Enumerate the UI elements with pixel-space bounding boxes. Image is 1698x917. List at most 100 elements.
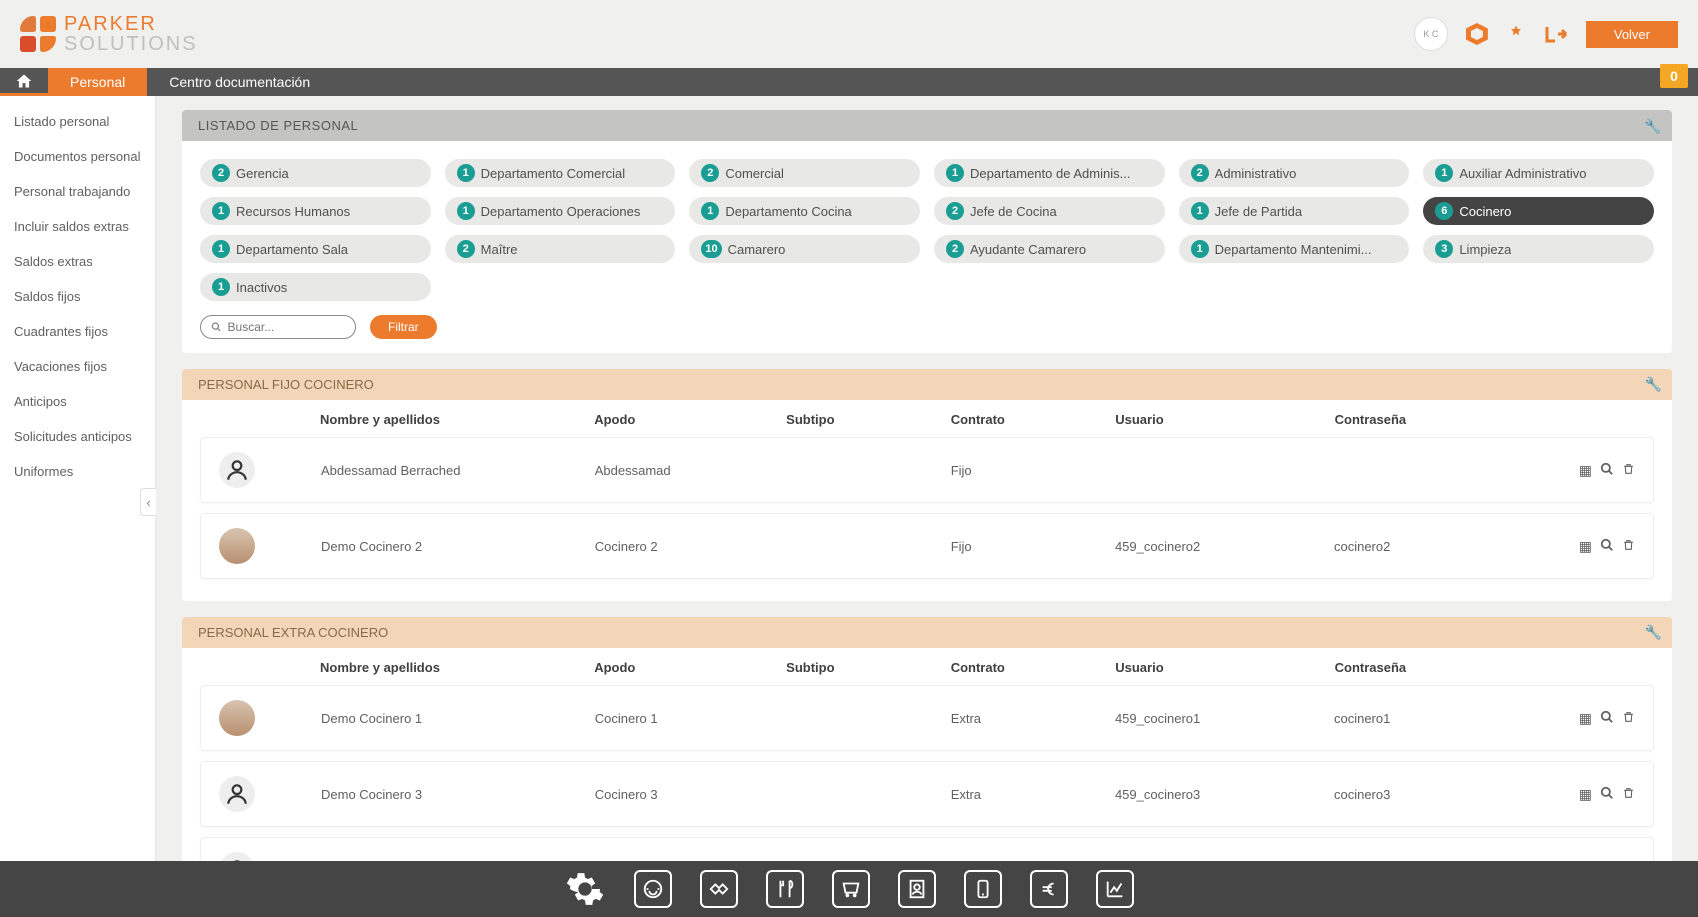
sidebar-item[interactable]: Solicitudes anticipos (0, 419, 155, 454)
wrench-icon[interactable]: 🔧 (1645, 376, 1662, 393)
sidebar-collapse-icon[interactable]: ‹ (140, 488, 156, 516)
count-badge: 2 (457, 240, 475, 258)
filter-pill[interactable]: 1Departamento de Adminis... (934, 159, 1165, 187)
sidebar-item[interactable]: Personal trabajando (0, 174, 155, 209)
grid-icon[interactable]: ▦ (1579, 710, 1592, 727)
filter-pill[interactable]: 10Camarero (689, 235, 920, 263)
user-avatar[interactable]: K C (1414, 17, 1448, 51)
nav-bar: Personal Centro documentación 0 (0, 68, 1698, 96)
avatar (219, 852, 255, 861)
handshake-icon[interactable] (700, 870, 738, 908)
logout-icon[interactable] (1544, 24, 1568, 44)
search-icon[interactable] (1600, 538, 1614, 555)
filter-pill[interactable]: 1Recursos Humanos (200, 197, 431, 225)
pill-label: Departamento Operaciones (481, 204, 641, 219)
cell-apodo: Cocinero 2 (595, 539, 787, 554)
filter-button[interactable]: Filtrar (370, 315, 437, 339)
cell-usuario: 459_cocinero3 (1115, 787, 1334, 802)
count-badge: 2 (946, 240, 964, 258)
filter-pill[interactable]: 2Gerencia (200, 159, 431, 187)
cell-contrato: Fijo (951, 463, 1115, 478)
euro-icon[interactable] (1030, 870, 1068, 908)
sidebar-item[interactable]: Uniformes (0, 454, 155, 489)
table-header: Nombre y apellidos Apodo Subtipo Contrat… (200, 400, 1654, 437)
table-row[interactable]: Demo Cocinero 1Cocinero 1Extra459_cocine… (200, 685, 1654, 751)
trash-icon[interactable] (1622, 462, 1635, 479)
search-icon[interactable] (1600, 710, 1614, 727)
row-actions: ▦ (1553, 462, 1653, 479)
trash-icon[interactable] (1622, 710, 1635, 727)
pill-label: Ayudante Camarero (970, 242, 1086, 257)
cart-icon[interactable] (832, 870, 870, 908)
filter-pill[interactable]: 1Departamento Cocina (689, 197, 920, 225)
restaurant-icon[interactable] (766, 870, 804, 908)
contacts-icon[interactable] (898, 870, 936, 908)
cell-nombre: Demo Cocinero 2 (321, 539, 595, 554)
home-tab[interactable] (0, 68, 48, 96)
count-badge: 1 (946, 164, 964, 182)
grid-icon[interactable]: ▦ (1579, 462, 1592, 479)
table-header: Nombre y apellidos Apodo Subtipo Contrat… (200, 648, 1654, 685)
search-input-wrap[interactable] (200, 315, 356, 339)
sidebar-item[interactable]: Saldos fijos (0, 279, 155, 314)
pill-label: Jefe de Partida (1215, 204, 1302, 219)
filter-pill[interactable]: 2 Maître (445, 235, 676, 263)
tab-centro-documentacion[interactable]: Centro documentación (147, 68, 332, 96)
filter-pill[interactable]: 1Departamento Operaciones (445, 197, 676, 225)
nav-notification-badge[interactable]: 0 (1660, 64, 1688, 88)
chart-icon[interactable] (1096, 870, 1134, 908)
section-fijo: PERSONAL FIJO COCINERO 🔧 Nombre y apelli… (182, 369, 1672, 601)
support-icon[interactable] (634, 870, 672, 908)
filter-pill[interactable]: 3Limpieza (1423, 235, 1654, 263)
pill-label: Inactivos (236, 280, 287, 295)
grid-icon[interactable]: ▦ (1579, 786, 1592, 803)
filter-pill[interactable]: 1Departamento Mantenimi... (1179, 235, 1410, 263)
logo[interactable]: PARKER SOLUTIONS (20, 14, 198, 54)
filter-pill[interactable]: 2Jefe de Cocina (934, 197, 1165, 225)
grid-icon[interactable]: ▦ (1579, 538, 1592, 555)
table-row[interactable]: Abdessamad BerrachedAbdessamadFijo▦ (200, 437, 1654, 503)
wrench-icon[interactable]: 🔧 (1645, 624, 1662, 641)
sidebar-item[interactable]: Saldos extras (0, 244, 155, 279)
count-badge: 1 (1191, 240, 1209, 258)
cell-contrato: Extra (951, 787, 1115, 802)
search-icon[interactable] (1600, 462, 1614, 479)
sidebar-item[interactable]: Documentos personal (0, 139, 155, 174)
table-row[interactable]: Demo Cocinero 3Cocinero 3Extra459_cocine… (200, 761, 1654, 827)
gear-icon[interactable] (564, 868, 606, 910)
pill-label: Comercial (725, 166, 784, 181)
cell-apodo: Cocinero 1 (595, 711, 787, 726)
bell-icon[interactable] (1506, 24, 1526, 44)
sidebar-item[interactable]: Anticipos (0, 384, 155, 419)
filter-pill[interactable]: 6Cocinero (1423, 197, 1654, 225)
filter-pill[interactable]: 1Inactivos (200, 273, 431, 301)
trash-icon[interactable] (1622, 786, 1635, 803)
filter-pill[interactable]: 1Auxiliar Administrativo (1423, 159, 1654, 187)
trash-icon[interactable] (1622, 538, 1635, 555)
pill-label: Maître (481, 242, 518, 257)
table-row[interactable]: Demo Cocinero 2Cocinero 2Fijo459_cociner… (200, 513, 1654, 579)
cell-contrasena: cocinero3 (1334, 787, 1553, 802)
table-row[interactable]: Demo Cocinero 4Cocinero 4Extra459_cocine… (200, 837, 1654, 861)
search-input[interactable] (228, 320, 345, 334)
filter-pill[interactable]: 1Jefe de Partida (1179, 197, 1410, 225)
filter-pill[interactable]: 2Administrativo (1179, 159, 1410, 187)
settings-hex-icon[interactable] (1466, 23, 1488, 45)
search-icon[interactable] (1600, 786, 1614, 803)
tab-personal[interactable]: Personal (48, 68, 147, 96)
filter-pill[interactable]: 2Comercial (689, 159, 920, 187)
row-actions: ▦ (1553, 538, 1653, 555)
sidebar-item[interactable]: Listado personal (0, 104, 155, 139)
mobile-icon[interactable] (964, 870, 1002, 908)
sidebar-item[interactable]: Cuadrantes fijos (0, 314, 155, 349)
filter-pill[interactable]: 1Departamento Comercial (445, 159, 676, 187)
cell-usuario: 459_cocinero1 (1115, 711, 1334, 726)
back-button[interactable]: Volver (1586, 21, 1678, 48)
sidebar-item[interactable]: Vacaciones fijos (0, 349, 155, 384)
wrench-icon[interactable]: 🔧 (1644, 118, 1662, 135)
section-extra: PERSONAL EXTRA COCINERO 🔧 Nombre y apell… (182, 617, 1672, 861)
filter-pill[interactable]: 2 Ayudante Camarero (934, 235, 1165, 263)
count-badge: 2 (1191, 164, 1209, 182)
filter-pill[interactable]: 1Departamento Sala (200, 235, 431, 263)
sidebar-item[interactable]: Incluir saldos extras (0, 209, 155, 244)
